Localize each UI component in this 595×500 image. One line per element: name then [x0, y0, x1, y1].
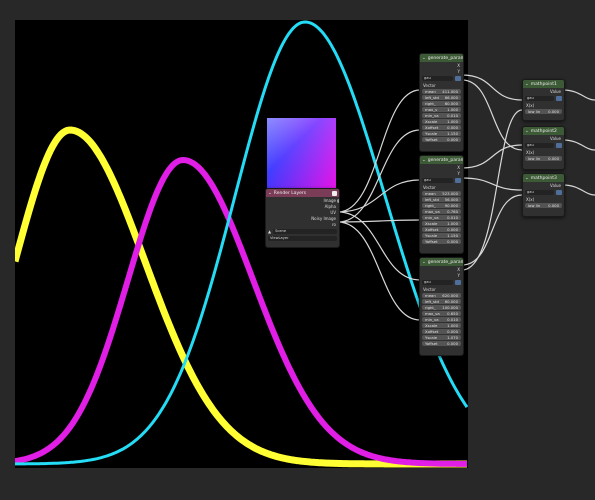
vector-label: Vector	[423, 184, 436, 190]
node-title: mathpoint3	[530, 175, 557, 181]
chevron-down-icon[interactable]: ⌄	[422, 56, 426, 61]
browse-icon[interactable]	[455, 177, 461, 183]
chevron-down-icon[interactable]: ⌄	[525, 129, 529, 134]
vector-label: Vector	[423, 286, 436, 292]
node-header[interactable]: ⌄ generate_parame	[420, 54, 463, 62]
param-field[interactable]: max_va 0.650	[422, 311, 461, 316]
param-field[interactable]: Xscale 1.000	[422, 119, 461, 124]
scene-icon: ▲	[268, 228, 272, 234]
browse-icon[interactable]	[455, 279, 461, 285]
node-title: mathpoint2	[530, 128, 557, 134]
vector-label: Vector	[423, 82, 436, 88]
node-title: generate_parame	[427, 55, 464, 61]
param-field[interactable]: Yscale 1.150	[422, 131, 461, 136]
param-field[interactable]: mean 523.000	[422, 191, 461, 196]
type-dropdown[interactable]: gau	[422, 279, 461, 285]
color-ramp-preview	[267, 118, 336, 188]
render-layers-title: Render Layers	[273, 190, 307, 196]
param-field[interactable]: Yscale 1.150	[422, 233, 461, 238]
browse-icon[interactable]	[556, 189, 562, 195]
param-field[interactable]: Yscale 1.070	[422, 335, 461, 340]
param-field[interactable]: min_va 0.010	[422, 215, 461, 220]
input-x: X(x)	[526, 149, 535, 155]
param-field[interactable]: left_std 60.000	[422, 299, 461, 304]
gaussian-curves	[15, 20, 468, 468]
scene-field[interactable]: Scene	[273, 228, 337, 234]
output-y: Y	[457, 272, 460, 278]
output-y: Y	[457, 170, 460, 176]
param-field[interactable]: max_v 1.000	[422, 107, 461, 112]
node-header[interactable]: ⌄ generate_parame	[420, 258, 463, 266]
node-editor[interactable]: ⌄ Render Layers Image Alpha UV Noisy Ima…	[0, 0, 595, 500]
node-title: generate_parame	[427, 157, 464, 163]
param-field[interactable]: Xoffset 0.000	[422, 227, 461, 232]
output-value: Value	[550, 135, 561, 141]
param-field[interactable]: right_ 100.000	[422, 305, 461, 310]
param-field[interactable]: low lin 0.000	[525, 203, 562, 208]
param-field[interactable]: mean 411.000	[422, 89, 461, 94]
curve-preview-panel	[15, 20, 468, 468]
view-layer-selector[interactable]: ViewLayer	[268, 235, 337, 241]
param-field[interactable]: right_ 60.000	[422, 101, 461, 106]
browse-icon[interactable]	[556, 95, 562, 101]
type-dropdown[interactable]: gau	[525, 142, 562, 148]
input-x: X(x)	[526, 196, 535, 202]
node-icon	[332, 190, 337, 196]
param-field[interactable]: Xscale 1.000	[422, 323, 461, 328]
chevron-down-icon[interactable]: ⌄	[525, 82, 529, 87]
param-field[interactable]: Yoffset 0.000	[422, 341, 461, 346]
generate-params-node-3[interactable]: ⌄ generate_parame X Y gau Vector mean 620…	[419, 257, 464, 356]
param-field[interactable]: right_ 90.000	[422, 203, 461, 208]
render-layers-node[interactable]: ⌄ Render Layers Image Alpha UV Noisy Ima…	[265, 188, 340, 248]
browse-icon[interactable]	[556, 142, 562, 148]
output-ro: ro	[331, 221, 336, 227]
generate-params-node-2[interactable]: ⌄ generate_parame X Y gau Vector mean 523…	[419, 155, 464, 254]
type-dropdown[interactable]: gau	[525, 189, 562, 195]
magenta-curve	[15, 156, 467, 467]
browse-icon[interactable]	[455, 75, 461, 81]
param-field[interactable]: left_std 66.000	[422, 95, 461, 100]
chevron-down-icon[interactable]: ⌄	[422, 260, 426, 265]
output-value: Value	[550, 182, 561, 188]
param-field[interactable]: low lin 0.000	[525, 156, 562, 161]
chevron-down-icon[interactable]: ⌄	[422, 158, 426, 163]
param-field[interactable]: Yoffset 0.000	[422, 137, 461, 142]
param-field[interactable]: mean 620.000	[422, 293, 461, 298]
type-dropdown[interactable]: gau	[422, 177, 461, 183]
yellow-curve	[15, 126, 467, 468]
scene-selector[interactable]: ▲ Scene	[268, 228, 337, 234]
input-x: X(x)	[526, 102, 535, 108]
param-field[interactable]: Yoffset 0.000	[422, 239, 461, 244]
param-field[interactable]: min_va 0.010	[422, 113, 461, 118]
param-field[interactable]: low lin 0.000	[525, 109, 562, 114]
param-field[interactable]: left_std 56.000	[422, 197, 461, 202]
render-layers-header[interactable]: ⌄ Render Layers	[266, 189, 339, 197]
output-y: Y	[457, 68, 460, 74]
param-field[interactable]: Xoffset 0.000	[422, 125, 461, 130]
param-field[interactable]: min_va 0.010	[422, 317, 461, 322]
output-value: Value	[550, 88, 561, 94]
view-layer-field[interactable]: ViewLayer	[268, 235, 337, 241]
chevron-down-icon[interactable]: ⌄	[268, 191, 272, 196]
node-header[interactable]: ⌄ mathpoint2	[523, 127, 564, 135]
param-field[interactable]: Xoffset 0.000	[422, 329, 461, 334]
chevron-down-icon[interactable]: ⌄	[525, 176, 529, 181]
generate-params-node-1[interactable]: ⌄ generate_parame X Y gau Vector mean 411…	[419, 53, 464, 152]
mathpoint-node-3[interactable]: ⌄ mathpoint3 Value gau X(x) low lin 0.000	[522, 173, 565, 217]
node-title: mathpoint1	[530, 81, 557, 87]
node-header[interactable]: ⌄ mathpoint3	[523, 174, 564, 182]
node-header[interactable]: ⌄ mathpoint1	[523, 80, 564, 88]
type-dropdown[interactable]: gau	[525, 95, 562, 101]
type-dropdown[interactable]: gau	[422, 75, 461, 81]
param-field[interactable]: max_va 0.760	[422, 209, 461, 214]
mathpoint-node-2[interactable]: ⌄ mathpoint2 Value gau X(x) low lin 0.000	[522, 126, 565, 170]
mathpoint-node-1[interactable]: ⌄ mathpoint1 Value gau X(x) low lin 0.000	[522, 79, 565, 121]
node-title: generate_parame	[427, 259, 464, 265]
param-field[interactable]: Xscale 1.000	[422, 221, 461, 226]
node-header[interactable]: ⌄ generate_parame	[420, 156, 463, 164]
